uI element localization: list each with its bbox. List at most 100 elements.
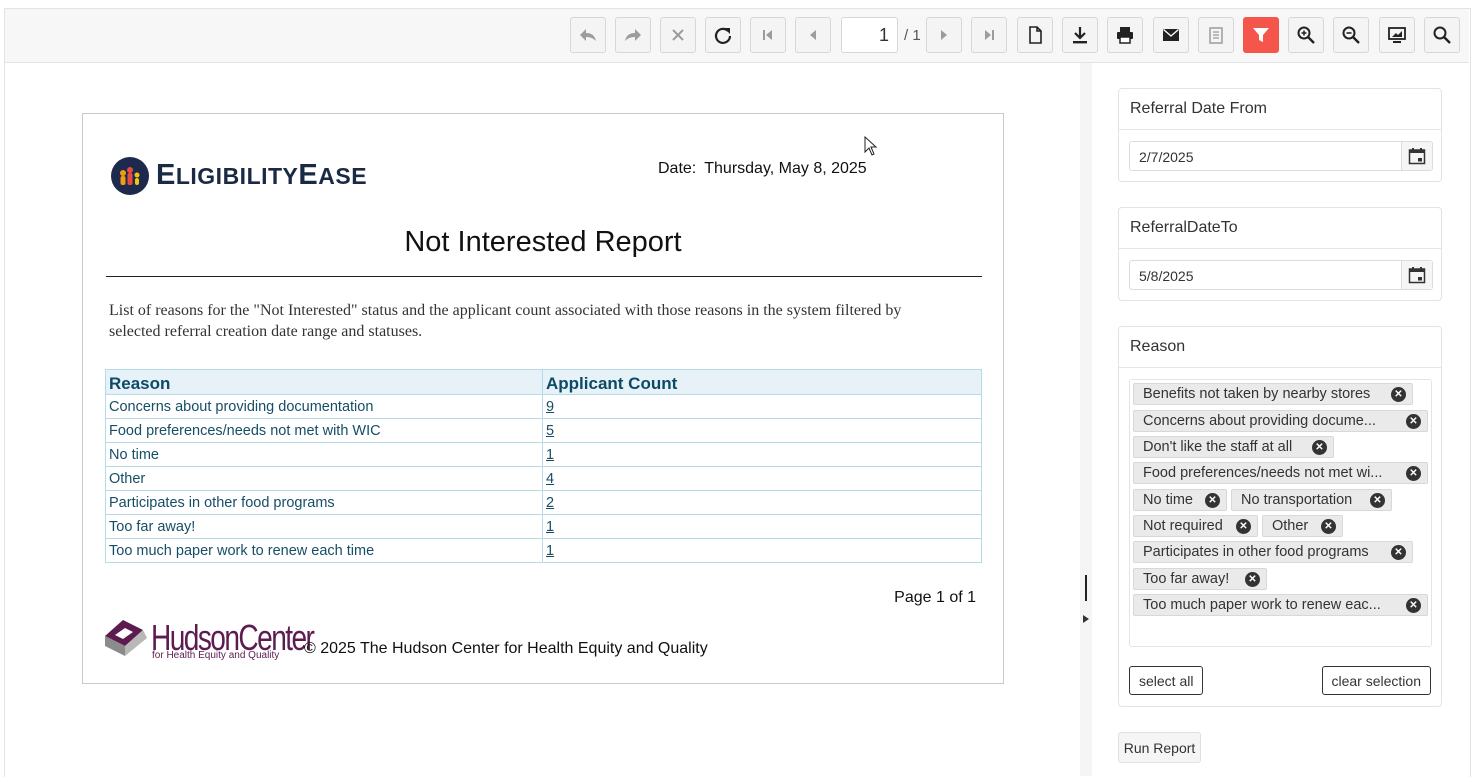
reason-tag: Other ✕: [1262, 515, 1343, 537]
printer-icon: [1117, 27, 1133, 44]
mouse-cursor-icon: [864, 136, 878, 156]
search-button[interactable]: [1424, 17, 1460, 53]
remove-tag-icon[interactable]: ✕: [1245, 572, 1260, 587]
run-report-button[interactable]: Run Report: [1118, 732, 1201, 763]
count-link[interactable]: 1: [546, 519, 554, 535]
refresh-icon: [714, 27, 732, 44]
calendar-button[interactable]: [1401, 142, 1432, 170]
collapse-arrow-icon[interactable]: [1083, 615, 1089, 623]
reason-label: Reason: [1119, 327, 1441, 368]
reason-tag: Don't like the staff at all ✕: [1133, 436, 1334, 458]
remove-tag-icon[interactable]: ✕: [1236, 519, 1251, 534]
clear-selection-button[interactable]: clear selection: [1321, 666, 1431, 695]
reason-tag: Not required ✕: [1133, 515, 1258, 537]
zoom-out-button[interactable]: [1333, 17, 1369, 53]
report-description: List of reasons for the "Not Interested"…: [109, 302, 902, 340]
table-row: Other 4: [105, 466, 982, 491]
page-total-label: / 1: [904, 27, 921, 44]
stop-button[interactable]: [660, 17, 696, 53]
date-label: Date:: [658, 160, 697, 177]
table-row: Too much paper work to renew each time 1: [105, 538, 982, 563]
remove-tag-icon[interactable]: ✕: [1205, 493, 1220, 508]
first-page-icon: [763, 30, 772, 40]
referral-date-to-label: ReferralDateTo: [1119, 208, 1441, 249]
table-row: No time 1: [105, 442, 982, 467]
calendar-button[interactable]: [1401, 261, 1432, 289]
reason-tag: Participates in other food programs ✕: [1133, 541, 1413, 563]
referral-date-from-value: 2/7/2025: [1139, 149, 1194, 165]
previous-page-button[interactable]: [795, 17, 831, 53]
document-map-button[interactable]: [1198, 17, 1234, 53]
refresh-button[interactable]: [705, 17, 741, 53]
calendar-icon: [1408, 148, 1426, 165]
first-page-button[interactable]: [750, 17, 786, 53]
remove-tag-icon[interactable]: ✕: [1370, 493, 1385, 508]
referral-date-to-panel: ReferralDateTo 5/8/2025: [1118, 207, 1442, 301]
referral-date-to-value: 5/8/2025: [1139, 268, 1194, 284]
reason-tag: Benefits not taken by nearby stores ✕: [1133, 383, 1413, 405]
document-map-icon: [1209, 27, 1223, 44]
title-divider: [106, 276, 982, 277]
remove-tag-icon[interactable]: ✕: [1391, 387, 1406, 402]
referral-date-from-input[interactable]: 2/7/2025: [1129, 141, 1433, 171]
splitter-handle[interactable]: [1085, 575, 1087, 601]
select-all-button[interactable]: select all: [1129, 666, 1204, 695]
remove-tag-icon[interactable]: ✕: [1321, 519, 1336, 534]
reason-tag: No transportation ✕: [1231, 489, 1392, 511]
last-page-button[interactable]: [971, 17, 1007, 53]
print-button[interactable]: [1107, 17, 1143, 53]
calendar-icon: [1408, 267, 1426, 284]
redo-icon: [625, 29, 641, 41]
reason-cell: Participates in other food programs: [105, 490, 543, 515]
redo-button[interactable]: [615, 17, 651, 53]
previous-page-icon: [810, 30, 816, 40]
table-row: Too far away! 1: [105, 514, 982, 539]
reason-multiselect[interactable]: Benefits not taken by nearby stores ✕ Con…: [1129, 379, 1432, 647]
reason-tag: Too far away! ✕: [1133, 568, 1267, 590]
email-button[interactable]: [1153, 17, 1189, 53]
undo-button[interactable]: [570, 17, 606, 53]
referral-date-to-input[interactable]: 5/8/2025: [1129, 260, 1433, 290]
count-link[interactable]: 4: [546, 471, 554, 487]
remove-tag-icon[interactable]: ✕: [1391, 545, 1406, 560]
page-number-input[interactable]: [841, 17, 898, 53]
count-link[interactable]: 5: [546, 423, 554, 439]
reason-tag: Concerns about providing docume... ✕: [1133, 410, 1428, 432]
table-row: Concerns about providing documentation 9: [105, 394, 982, 419]
export-button[interactable]: [1062, 17, 1098, 53]
parameters-toggle-button[interactable]: [1243, 17, 1279, 53]
count-link[interactable]: 1: [546, 543, 554, 559]
remove-tag-icon[interactable]: ✕: [1406, 598, 1421, 613]
count-link[interactable]: 2: [546, 495, 554, 511]
remove-tag-icon[interactable]: ✕: [1406, 414, 1421, 429]
count-link[interactable]: 9: [546, 399, 554, 415]
zoom-out-icon: [1342, 26, 1360, 44]
date-value: Thursday, May 8, 2025: [704, 160, 867, 177]
table-row: Food preferences/needs not met with WIC 5: [105, 418, 982, 443]
report-date: Date: Thursday, May 8, 2025: [658, 160, 867, 178]
remove-tag-icon[interactable]: ✕: [1312, 440, 1327, 455]
report-page: ELIGIBILITYEASE Date: Thursday, May 8, 20…: [82, 113, 1004, 684]
full-screen-button[interactable]: [1379, 17, 1415, 53]
reason-cell: Other: [105, 466, 543, 491]
report-title: Not Interested Report: [404, 226, 682, 258]
last-page-icon: [985, 30, 994, 40]
zoom-in-icon: [1297, 26, 1315, 44]
print-layout-button[interactable]: [1017, 17, 1053, 53]
referral-date-from-panel: Referral Date From 2/7/2025: [1118, 88, 1442, 182]
mail-icon: [1163, 28, 1179, 41]
close-icon: [672, 29, 684, 41]
count-link[interactable]: 1: [546, 447, 554, 463]
reason-cell: No time: [105, 442, 543, 467]
zoom-in-button[interactable]: [1288, 17, 1324, 53]
referral-date-from-label: Referral Date From: [1119, 89, 1441, 130]
splitter[interactable]: [1080, 63, 1092, 776]
reason-cell: Food preferences/needs not met with WIC: [105, 418, 543, 443]
download-icon: [1073, 27, 1087, 44]
next-page-button[interactable]: [926, 17, 962, 53]
page-number-label: Page 1 of 1: [894, 589, 976, 606]
table-row: Participates in other food programs 2: [105, 490, 982, 515]
reason-cell: Too far away!: [105, 514, 543, 539]
remove-tag-icon[interactable]: ✕: [1406, 466, 1421, 481]
filter-icon: [1253, 28, 1269, 42]
